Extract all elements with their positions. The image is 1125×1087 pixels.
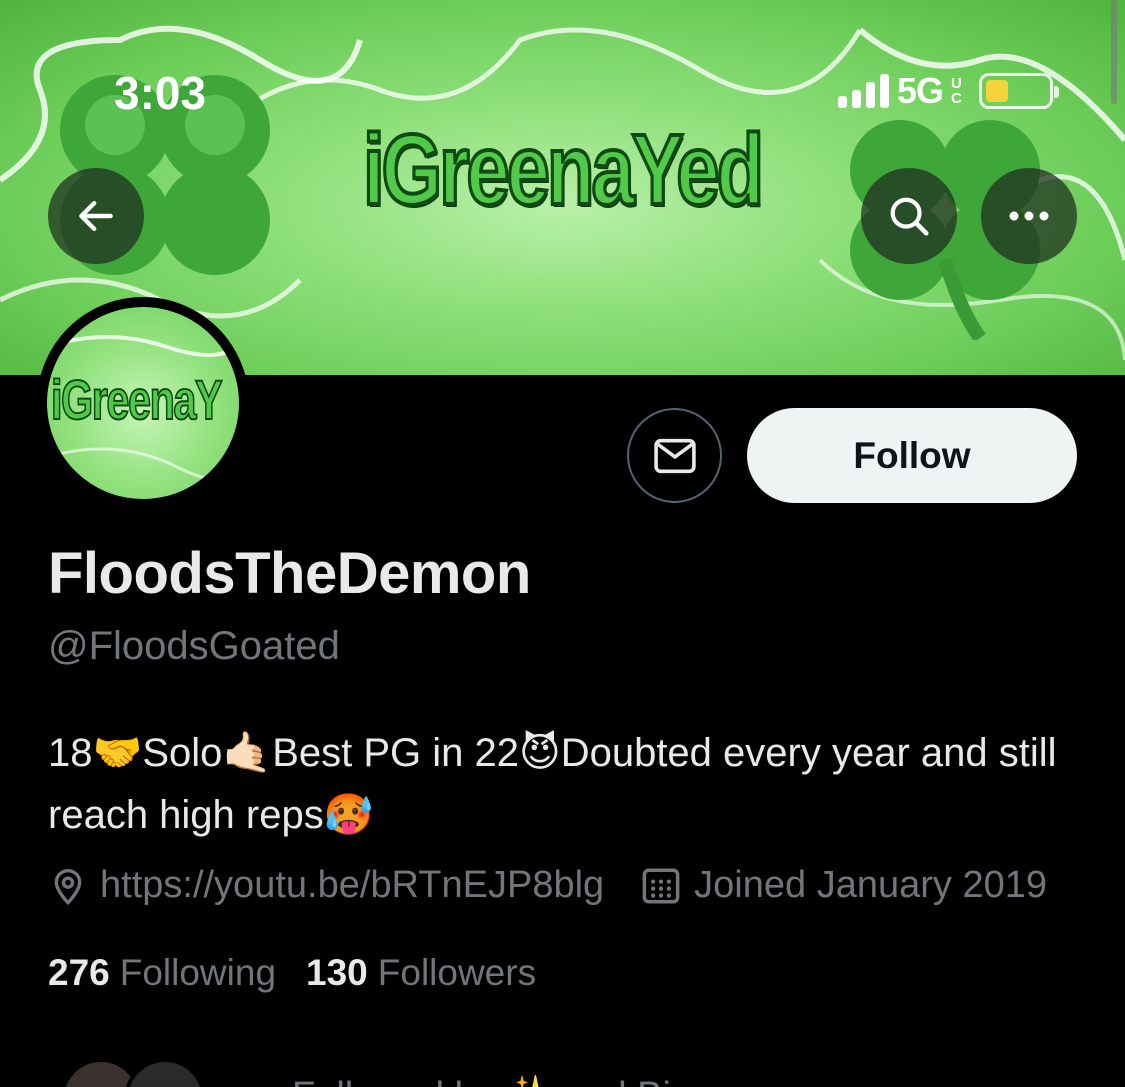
followed-by-text: Followed by ✨ and Bi	[292, 1074, 671, 1087]
back-button[interactable]	[48, 168, 144, 264]
bio-text: 18	[48, 731, 93, 775]
calendar-icon	[642, 868, 680, 903]
avatar-text: iGreenaY	[50, 367, 223, 432]
follower-avatar	[124, 1058, 206, 1087]
status-indicators: 5G UC	[838, 70, 1060, 112]
followers-stat[interactable]: 130 Followers	[306, 952, 536, 994]
bio-text: Solo	[142, 731, 223, 775]
status-time: 3:03	[114, 67, 207, 119]
battery-icon	[979, 73, 1060, 109]
following-label: Following	[119, 952, 277, 993]
bio: 18🤝Solo🤙🏻Best PG in 22😈Doubted every yea…	[48, 722, 1088, 846]
devil-face-icon: 😈	[518, 730, 561, 776]
followers-count: 130	[306, 952, 368, 993]
handle: @FloodsGoated	[48, 624, 340, 668]
joined-item: Joined January 2019	[640, 864, 1047, 907]
followers-label: Followers	[377, 952, 537, 993]
website-link[interactable]: https://youtu.be/bRTnEJP8blg	[100, 864, 604, 907]
following-count: 276	[48, 952, 110, 993]
mail-icon	[653, 438, 696, 473]
scrollbar[interactable]	[1111, 0, 1117, 104]
website-item[interactable]: https://youtu.be/bRTnEJP8blg	[48, 864, 604, 907]
profile-avatar[interactable]: iGreenaY	[37, 297, 249, 509]
following-stat[interactable]: 276 Following	[48, 952, 276, 994]
call-me-hand-icon: 🤙🏻	[222, 730, 273, 776]
followed-by-row[interactable]: Followed by ✨ and Bi	[60, 1052, 1060, 1087]
follow-button[interactable]: Follow	[747, 408, 1077, 503]
display-name: FloodsTheDemon	[48, 541, 531, 606]
hot-face-icon: 🥵	[323, 792, 374, 838]
profile-meta: https://youtu.be/bRTnEJP8blg Joined Janu…	[48, 864, 1047, 907]
joined-date: Joined January 2019	[694, 864, 1047, 906]
banner-title: iGreenaYed	[361, 112, 765, 228]
arrow-left-icon	[79, 200, 113, 232]
network-label: 5G	[897, 70, 944, 111]
more-button[interactable]	[981, 168, 1077, 264]
handshake-icon: 🤝	[92, 730, 143, 776]
message-button[interactable]	[627, 408, 722, 503]
search-icon	[890, 197, 929, 236]
location-pin-icon	[54, 868, 82, 905]
bio-text: Best PG in 22	[272, 731, 519, 775]
more-horizontal-icon	[1009, 211, 1049, 221]
search-button[interactable]	[861, 168, 957, 264]
profile-stats: 276 Following 130 Followers	[48, 952, 536, 994]
signal-icon	[838, 74, 889, 108]
network-badge: UC	[951, 75, 962, 107]
